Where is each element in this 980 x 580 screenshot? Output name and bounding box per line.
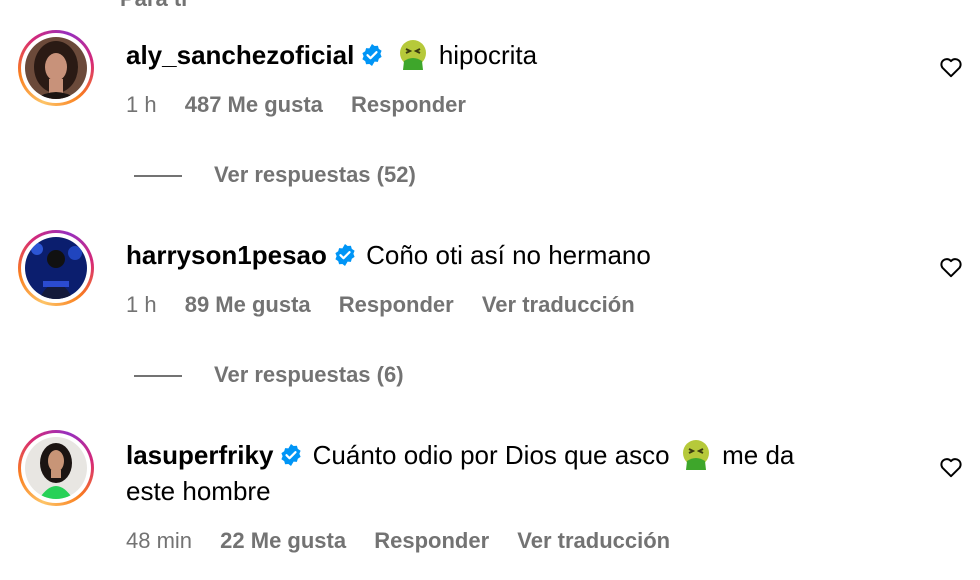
likes-count[interactable]: 487 Me gusta — [185, 92, 323, 117]
comment-text: Cuánto odio por Dios que asco — [312, 440, 670, 470]
comment-time[interactable]: 1 h — [126, 292, 157, 317]
comment-text: hipocrita — [438, 40, 538, 70]
username[interactable]: lasuperfriky — [126, 440, 273, 470]
reply-button[interactable]: Responder — [351, 92, 466, 117]
verified-badge-icon — [362, 44, 382, 66]
reply-button[interactable]: Responder — [339, 292, 454, 317]
view-replies-label: Ver respuestas (52) — [214, 162, 416, 187]
reply-button[interactable]: Responder — [374, 528, 489, 553]
comment-meta: 1 h 89 Me gusta Responder Ver traducción — [126, 292, 657, 318]
comment-text-continued: me da — [722, 440, 795, 470]
view-replies-button[interactable]: Ver respuestas (6) — [134, 362, 404, 388]
translate-button[interactable]: Ver traducción — [517, 528, 670, 553]
likes-count[interactable]: 89 Me gusta — [185, 292, 311, 317]
verified-badge-icon — [281, 444, 302, 466]
comment-text: Coño oti así no hermano — [366, 240, 651, 270]
replies-divider — [134, 175, 182, 178]
avatar-image — [25, 237, 87, 299]
username[interactable]: harryson1pesao — [126, 240, 327, 270]
avatar[interactable] — [18, 430, 94, 506]
partial-text-top: Para ti — [120, 0, 187, 12]
comment-text-line2: este hombre — [126, 476, 271, 506]
likes-count[interactable]: 22 Me gusta — [220, 528, 346, 553]
nauseated-face-emoji-icon — [682, 440, 709, 470]
comment-meta: 1 h 487 Me gusta Responder — [126, 92, 488, 118]
username[interactable]: aly_sanchezoficial — [126, 40, 354, 70]
comment-time[interactable]: 1 h — [126, 92, 157, 117]
avatar-image — [25, 37, 87, 99]
translate-button[interactable]: Ver traducción — [482, 292, 635, 317]
heart-icon[interactable] — [938, 54, 964, 80]
avatar[interactable] — [18, 30, 94, 106]
avatar[interactable] — [18, 230, 94, 306]
verified-badge-icon — [335, 244, 355, 266]
replies-divider — [134, 375, 182, 378]
avatar-image — [25, 437, 87, 499]
view-replies-button[interactable]: Ver respuestas (52) — [134, 162, 416, 188]
nauseated-face-emoji-icon — [399, 40, 426, 70]
view-replies-label: Ver respuestas (6) — [214, 362, 404, 387]
comment-meta: 48 min 22 Me gusta Responder Ver traducc… — [126, 528, 692, 554]
heart-icon[interactable] — [938, 254, 964, 280]
comment-time[interactable]: 48 min — [126, 528, 192, 553]
heart-icon[interactable] — [938, 454, 964, 480]
